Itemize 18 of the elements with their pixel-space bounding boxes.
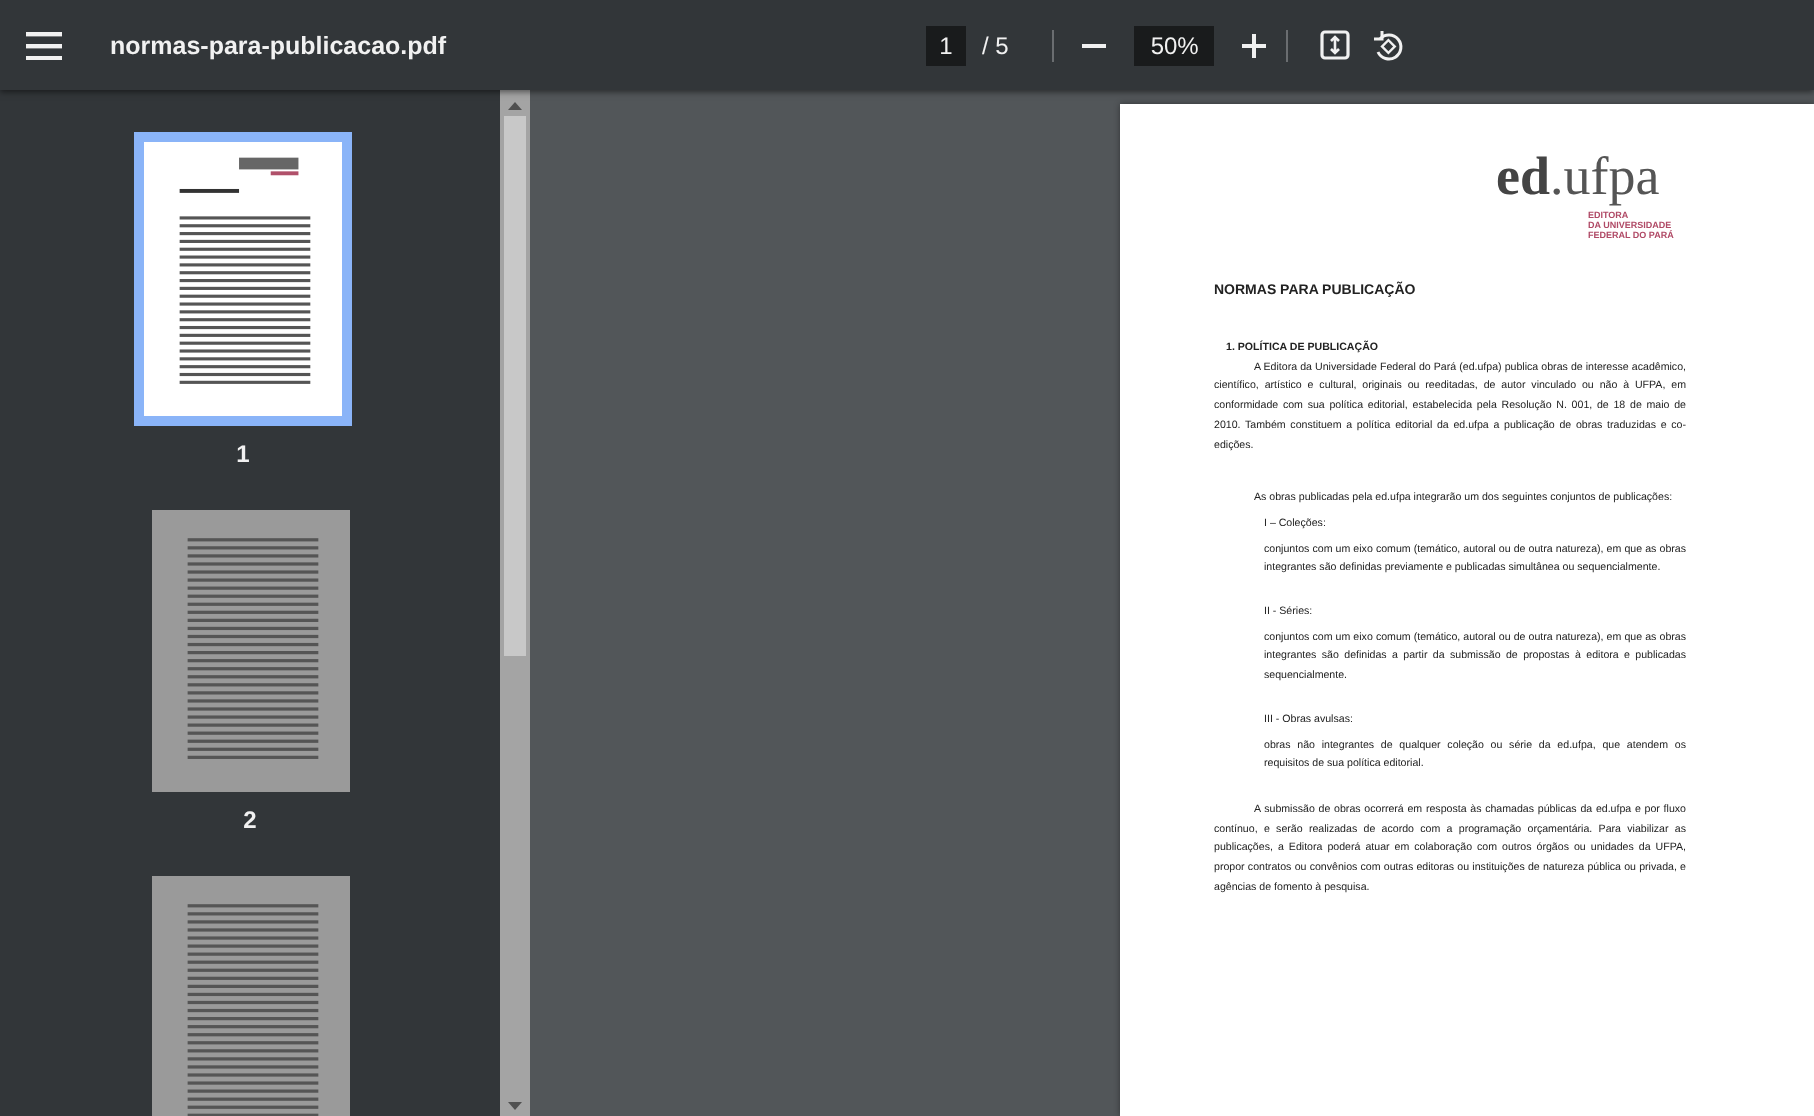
page-thumbnail[interactable] [134, 132, 352, 426]
page-thumbnail[interactable] [151, 510, 349, 792]
page-count: / 5 [982, 31, 1009, 59]
page-thumbnail[interactable] [151, 876, 349, 1116]
document-title: normas-para-publicacao.pdf [110, 31, 449, 59]
scroll-up-icon[interactable] [508, 102, 522, 110]
page-number-label: 1 [236, 440, 250, 468]
zoom-field[interactable]: 50% [1134, 25, 1215, 65]
menu-icon[interactable] [26, 31, 62, 59]
scrollbar-thumb[interactable] [504, 116, 526, 656]
rotate-icon[interactable] [1372, 29, 1405, 61]
scrollbar[interactable] [500, 90, 530, 1116]
fit-page-icon[interactable] [1320, 30, 1351, 60]
page-number-label: 2 [243, 806, 257, 834]
zoom-in-icon[interactable] [1242, 33, 1267, 57]
page-number-field[interactable]: 1 [926, 25, 966, 65]
publisher-logo: ed.ufpa [1496, 148, 1662, 204]
scroll-down-icon[interactable] [508, 1102, 522, 1110]
